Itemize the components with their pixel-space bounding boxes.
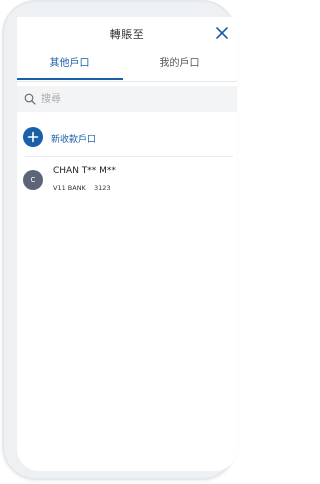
app-screen: 轉賬至 其他戶口 我的戶口 新收款	[17, 17, 237, 471]
add-account-label: 新收款戶口	[51, 135, 97, 145]
account-name: CHAN T** M**	[53, 166, 116, 176]
active-tab-indicator	[17, 78, 123, 80]
page-title: 轉賬至	[109, 28, 145, 41]
account-list-item[interactable]: C CHAN T** M** V11 BANK 3123	[17, 161, 237, 201]
search-input[interactable]	[41, 90, 221, 108]
search-bar	[17, 86, 237, 112]
plus-icon	[27, 131, 39, 143]
search-icon	[24, 93, 36, 105]
tab-other-accounts[interactable]: 其他戶口	[17, 53, 122, 80]
add-new-account-button[interactable]: 新收款戶口	[17, 122, 237, 156]
account-number: 3123	[94, 184, 111, 192]
account-bank: V11 BANK	[53, 184, 86, 192]
divider	[25, 156, 233, 157]
close-icon[interactable]	[215, 26, 229, 40]
tab-my-accounts[interactable]: 我的戶口	[127, 53, 232, 80]
add-account-circle	[23, 127, 43, 147]
phone-frame: 轉賬至 其他戶口 我的戶口 新收款	[2, 0, 237, 480]
header: 轉賬至	[17, 17, 237, 49]
avatar: C	[23, 170, 43, 190]
tab-bar: 其他戶口 我的戶口	[17, 53, 237, 82]
